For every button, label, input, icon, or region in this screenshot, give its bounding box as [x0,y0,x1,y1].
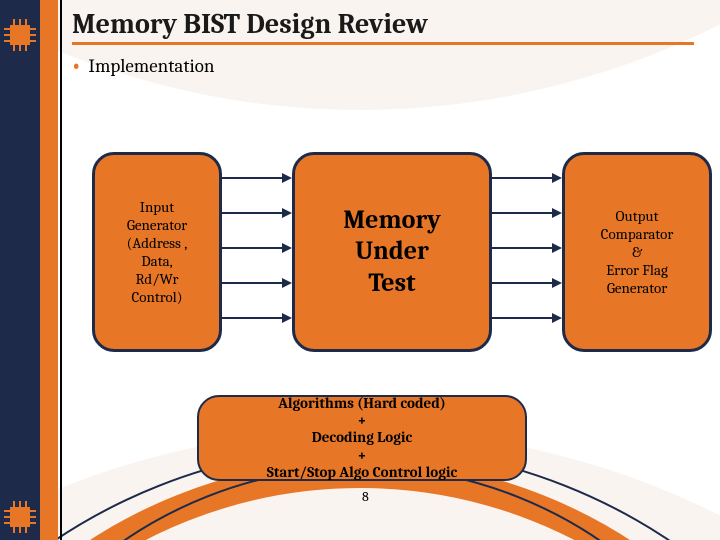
block-label: Input Generator (Address , Data, Rd/Wr C… [127,198,188,306]
page-title: Memory BIST Design Review [72,0,720,40]
block-label: Algorithms (Hard coded) + Decoding Logic… [267,395,457,481]
page-number: 8 [362,488,369,505]
content-area: Memory BIST Design Review •Implementatio… [72,0,720,540]
bullet-item: •Implementation [72,55,720,77]
block-label: Output Comparator & Error Flag Generator [601,207,674,297]
bullet-text: Implementation [88,55,214,77]
slide: Memory BIST Design Review •Implementatio… [0,0,720,540]
block-input-generator: Input Generator (Address , Data, Rd/Wr C… [92,152,222,352]
left-sidebar-accent [40,0,58,540]
chip-icon [2,18,38,52]
left-divider-line [60,0,62,540]
block-algorithms: Algorithms (Hard coded) + Decoding Logic… [197,395,527,481]
block-label: Memory Under Test [343,205,441,299]
block-memory-under-test: Memory Under Test [292,152,492,352]
bullet-dot-icon: • [72,55,88,77]
chip-icon [2,500,38,534]
block-output-comparator: Output Comparator & Error Flag Generator [562,152,712,352]
title-underline [72,42,694,45]
left-sidebar [0,0,40,540]
